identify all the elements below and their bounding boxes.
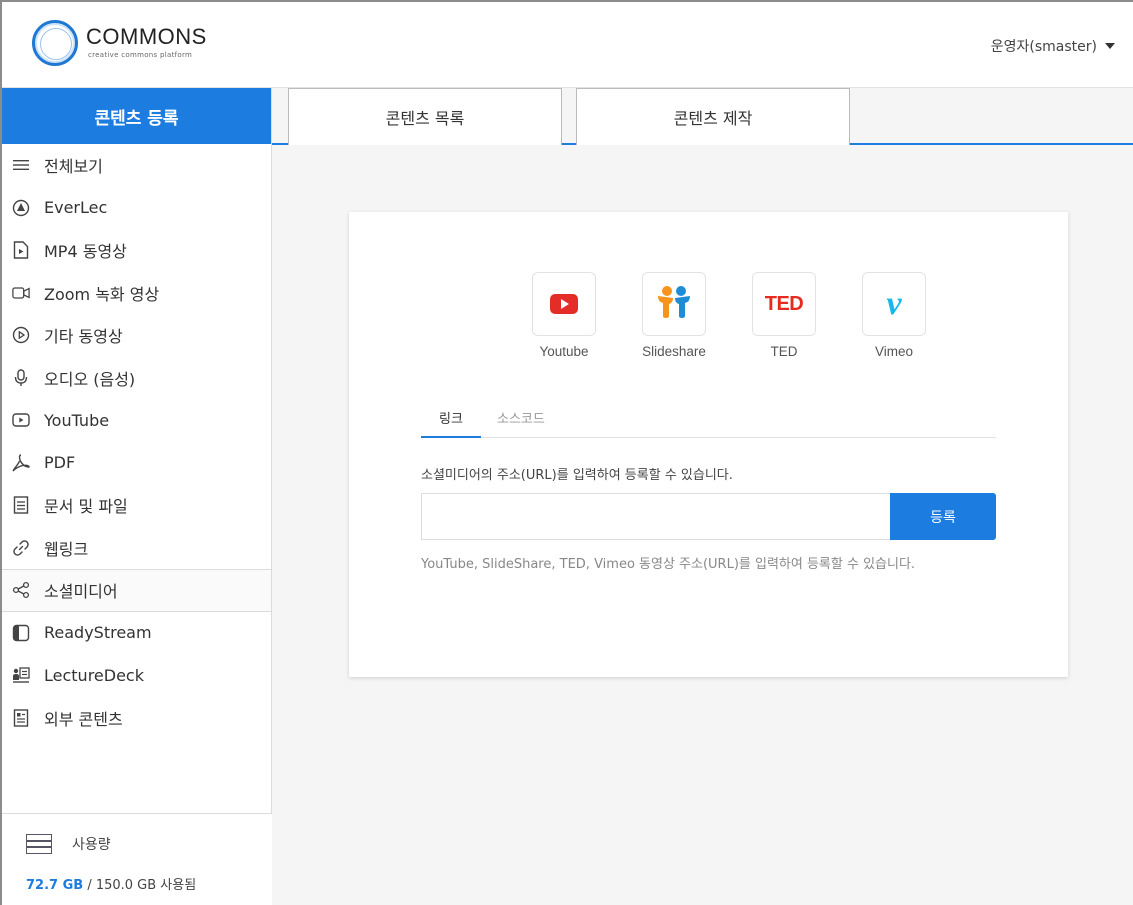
sidebar-item-weblink[interactable]: 웹링크 xyxy=(2,527,271,570)
sidebar-item-zoom[interactable]: Zoom 녹화 영상 xyxy=(2,272,271,315)
tab-content-production[interactable]: 콘텐츠 제작 xyxy=(576,88,850,145)
usage-title-row: 사용량 xyxy=(26,834,111,854)
zoom-icon xyxy=(12,284,30,302)
sidebar-heading-content-register[interactable]: 콘텐츠 등록 xyxy=(2,88,271,144)
caret-down-icon xyxy=(1105,43,1115,49)
tab-source-code[interactable]: 소스코드 xyxy=(497,408,545,427)
provider-logo-box xyxy=(532,272,596,336)
list-icon xyxy=(12,156,30,174)
sidebar: 콘텐츠 등록 전체보기 EverLec MP4 동영상 Zoom 녹화 영상 기… xyxy=(2,88,272,905)
provider-logo-box: TED xyxy=(752,272,816,336)
tab-content-list[interactable]: 콘텐츠 목록 xyxy=(288,88,562,145)
sidebar-item-audio[interactable]: 오디오 (음성) xyxy=(2,357,271,400)
sidebar-item-label: ReadyStream xyxy=(44,623,152,643)
provider-label: Vimeo xyxy=(874,344,914,359)
content-tabs: 콘텐츠 목록 콘텐츠 제작 xyxy=(272,88,1133,145)
url-input-row: 등록 xyxy=(421,493,996,540)
vimeo-logo-icon: v xyxy=(886,285,902,322)
sidebar-item-label: 전체보기 xyxy=(44,157,103,177)
readystream-icon xyxy=(12,624,30,642)
user-label: 운영자(smaster) xyxy=(990,39,1097,55)
sidebar-item-label: EverLec xyxy=(44,198,108,218)
external-content-icon xyxy=(12,709,30,727)
share-icon xyxy=(12,581,30,599)
provider-list: Youtube Slideshare TED TED v Vimeo xyxy=(509,272,949,359)
video-file-icon xyxy=(12,241,30,259)
provider-ted[interactable]: TED TED xyxy=(729,272,839,359)
tab-link[interactable]: 링크 xyxy=(421,408,481,438)
logo-title: COMMONS xyxy=(86,24,207,49)
url-description: 소셜미디어의 주소(URL)를 입력하여 등록할 수 있습니다. xyxy=(421,468,733,483)
top-header: COMMONS creative commons platform 운영자(sm… xyxy=(2,2,1133,88)
sidebar-item-label: 문서 및 파일 xyxy=(44,497,128,517)
provider-youtube[interactable]: Youtube xyxy=(509,272,619,359)
storage-icon xyxy=(26,834,52,854)
sidebar-item-label: Zoom 녹화 영상 xyxy=(44,284,160,304)
sidebar-item-label: 기타 동영상 xyxy=(44,327,123,347)
usage-total: / 150.0 GB 사용됨 xyxy=(83,878,197,893)
sidebar-item-social-media[interactable]: 소셜미디어 xyxy=(2,569,271,612)
document-icon xyxy=(12,496,30,514)
sidebar-item-label: LectureDeck xyxy=(44,665,144,685)
sidebar-menu: 전체보기 EverLec MP4 동영상 Zoom 녹화 영상 기타 동영상 오… xyxy=(2,144,271,739)
storage-usage: 사용량 72.7 GB / 150.0 GB 사용됨 xyxy=(2,813,272,905)
social-media-register-card: Youtube Slideshare TED TED v Vimeo 링크 소스… xyxy=(349,212,1068,677)
sidebar-item-all[interactable]: 전체보기 xyxy=(2,144,271,187)
sidebar-item-label: 소셜미디어 xyxy=(44,582,118,602)
sidebar-item-everlec[interactable]: EverLec xyxy=(2,187,271,230)
pdf-icon xyxy=(12,454,30,472)
logo-subtitle: creative commons platform xyxy=(88,51,193,59)
ted-logo-icon: TED xyxy=(764,292,804,315)
sidebar-item-label: YouTube xyxy=(44,410,110,430)
lecturedeck-icon xyxy=(12,666,30,684)
everlec-icon xyxy=(12,199,30,217)
url-input[interactable] xyxy=(421,493,890,540)
sidebar-item-label: PDF xyxy=(44,453,76,473)
sidebar-item-label: 오디오 (음성) xyxy=(44,369,136,389)
commons-logo[interactable]: COMMONS creative commons platform xyxy=(32,18,232,72)
user-menu[interactable]: 운영자(smaster) xyxy=(991,36,1115,56)
sidebar-item-external-content[interactable]: 외부 콘텐츠 xyxy=(2,697,271,740)
sidebar-item-pdf[interactable]: PDF xyxy=(2,442,271,485)
usage-used: 72.7 GB xyxy=(26,878,84,893)
sidebar-item-label: 외부 콘텐츠 xyxy=(44,709,123,729)
youtube-icon xyxy=(12,411,30,429)
provider-label: TED xyxy=(770,344,798,359)
provider-logo-box xyxy=(642,272,706,336)
youtube-logo-icon xyxy=(550,294,578,314)
sidebar-item-documents[interactable]: 문서 및 파일 xyxy=(2,484,271,527)
provider-label: Slideshare xyxy=(642,344,706,359)
slideshare-logo-icon xyxy=(654,284,694,324)
usage-title: 사용량 xyxy=(72,837,111,853)
provider-logo-box: v xyxy=(862,272,926,336)
sidebar-item-lecturedeck[interactable]: LectureDeck xyxy=(2,654,271,697)
sidebar-item-label: MP4 동영상 xyxy=(44,242,127,262)
logo-ring-icon xyxy=(32,20,78,66)
sidebar-item-mp4[interactable]: MP4 동영상 xyxy=(2,229,271,272)
provider-vimeo[interactable]: v Vimeo xyxy=(839,272,949,359)
register-button[interactable]: 등록 xyxy=(890,493,996,540)
provider-label: Youtube xyxy=(539,344,589,359)
sidebar-item-youtube[interactable]: YouTube xyxy=(2,399,271,442)
url-hint: YouTube, SlideShare, TED, Vimeo 동영상 주소(U… xyxy=(421,557,916,572)
input-mode-tabs: 링크 소스코드 xyxy=(421,400,996,438)
microphone-icon xyxy=(12,369,30,387)
sidebar-item-readystream[interactable]: ReadyStream xyxy=(2,612,271,655)
provider-slideshare[interactable]: Slideshare xyxy=(619,272,729,359)
sidebar-item-label: 웹링크 xyxy=(44,539,89,559)
usage-value: 72.7 GB / 150.0 GB 사용됨 xyxy=(26,874,196,893)
link-icon xyxy=(12,539,30,557)
play-circle-icon xyxy=(12,326,30,344)
sidebar-item-other-video[interactable]: 기타 동영상 xyxy=(2,314,271,357)
